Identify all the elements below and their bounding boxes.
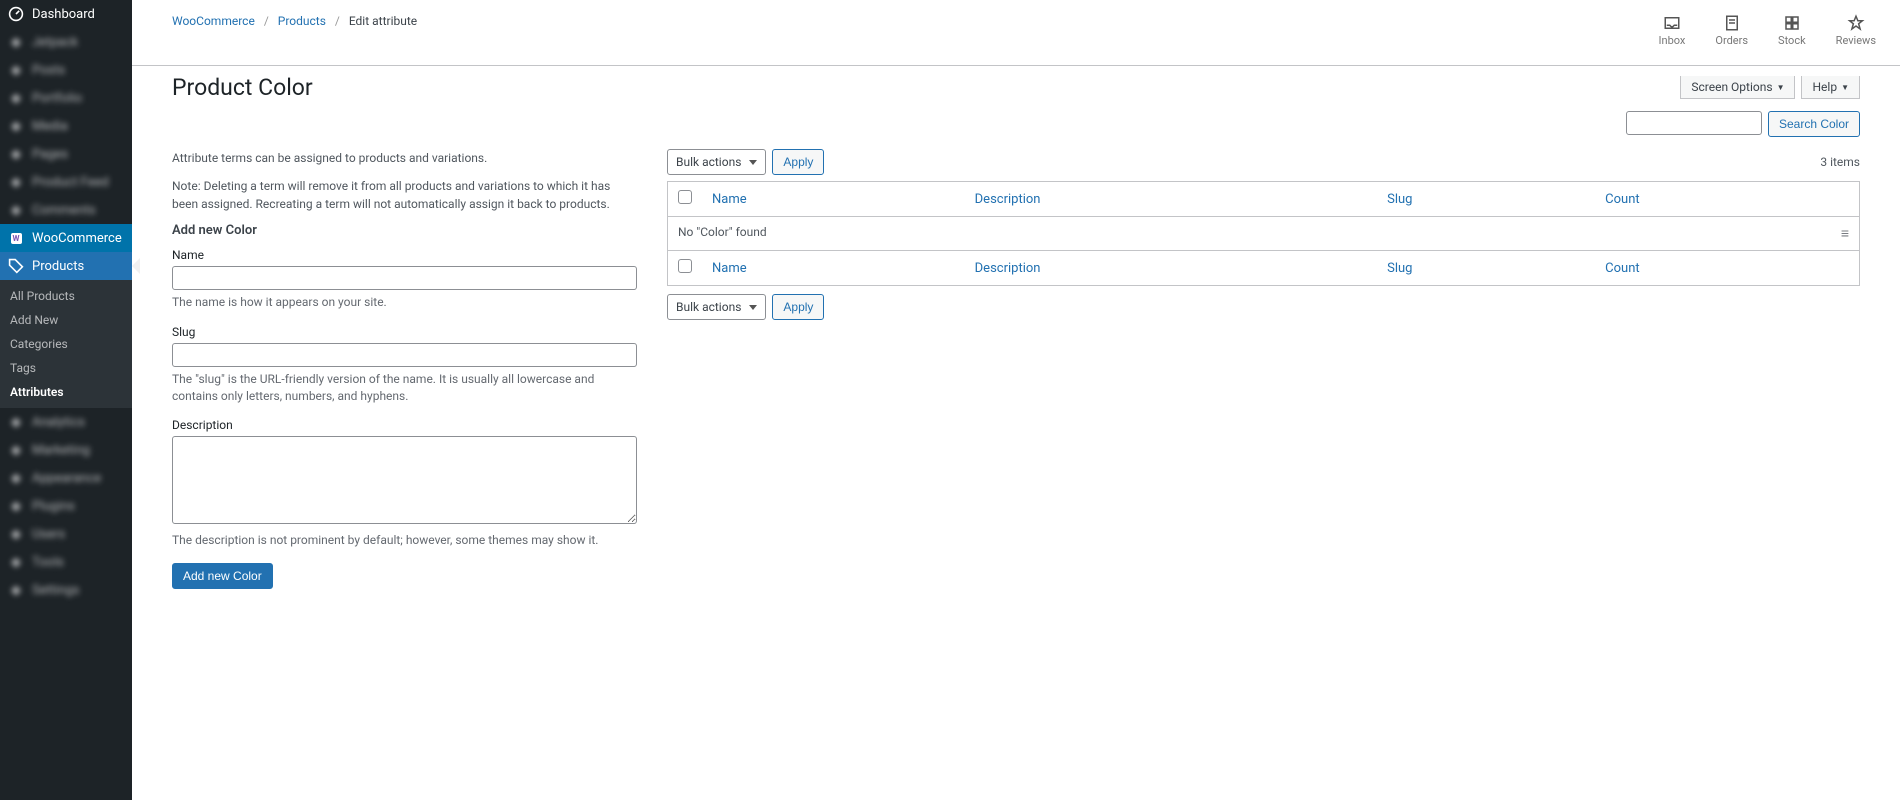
- name-description: The name is how it appears on your site.: [172, 294, 637, 311]
- configure-icon[interactable]: ≡: [1841, 225, 1849, 242]
- column-name-foot[interactable]: Name: [712, 261, 747, 276]
- column-count[interactable]: Count: [1605, 192, 1639, 207]
- sidebar-item-blurred[interactable]: ◆Plugins: [0, 492, 132, 520]
- search-input[interactable]: [1626, 111, 1762, 135]
- breadcrumb-current: Edit attribute: [349, 14, 417, 28]
- slug-label: Slug: [172, 325, 637, 339]
- sidebar-item-blurred[interactable]: ◆Tools: [0, 548, 132, 576]
- sidebar-label: Dashboard: [32, 7, 95, 22]
- sidebar-item-blurred[interactable]: ◆Media: [0, 112, 132, 140]
- select-all-checkbox-bottom[interactable]: [678, 259, 692, 273]
- column-description[interactable]: Description: [975, 192, 1041, 207]
- sidebar-item-blurred[interactable]: ◆Product Feed: [0, 168, 132, 196]
- tab-inbox[interactable]: Inbox: [1659, 14, 1686, 47]
- sidebar-item-blurred[interactable]: ◆Appearance: [0, 464, 132, 492]
- inbox-icon: [1663, 14, 1681, 32]
- name-input[interactable]: [172, 266, 637, 290]
- sidebar-submenu: All Products Add New Categories Tags Att…: [0, 280, 132, 408]
- breadcrumb-products[interactable]: Products: [278, 14, 326, 28]
- add-new-color-button[interactable]: Add new Color: [172, 563, 273, 589]
- sidebar-sub-add-new[interactable]: Add New: [0, 308, 132, 332]
- chevron-down-icon: ▼: [1841, 83, 1849, 92]
- tab-label: Reviews: [1836, 34, 1876, 47]
- search-button[interactable]: Search Color: [1768, 111, 1860, 137]
- sidebar-sub-categories[interactable]: Categories: [0, 332, 132, 356]
- sidebar-item-blurred[interactable]: ◆Pages: [0, 140, 132, 168]
- stock-icon: [1783, 14, 1801, 32]
- sidebar-item-blurred[interactable]: ◆Marketing: [0, 436, 132, 464]
- description-input[interactable]: [172, 436, 637, 524]
- tab-orders[interactable]: Orders: [1715, 14, 1748, 47]
- sidebar-item-products[interactable]: Products: [0, 252, 132, 280]
- sidebar-item-dashboard[interactable]: Dashboard: [0, 0, 132, 28]
- form-heading: Add new Color: [172, 223, 637, 238]
- items-count: 3 items: [1820, 155, 1860, 169]
- tab-label: Orders: [1715, 34, 1748, 47]
- terms-table: Name Description Slug Count No "Color" f…: [667, 181, 1860, 286]
- tab-stock[interactable]: Stock: [1778, 14, 1806, 47]
- dashboard-icon: [8, 6, 24, 22]
- active-arrow-icon: [132, 258, 140, 274]
- name-label: Name: [172, 248, 637, 262]
- sidebar-item-blurred[interactable]: ◆Settings: [0, 576, 132, 604]
- tab-label: Stock: [1778, 34, 1806, 47]
- main-content: WooCommerce / Products / Edit attribute …: [132, 0, 1900, 800]
- breadcrumb-woocommerce[interactable]: WooCommerce: [172, 14, 255, 28]
- column-name[interactable]: Name: [712, 192, 747, 207]
- slug-input[interactable]: [172, 343, 637, 367]
- sidebar-label: Products: [32, 259, 84, 274]
- no-items-text: No "Color" found: [678, 225, 767, 239]
- tab-reviews[interactable]: Reviews: [1836, 14, 1876, 47]
- sidebar-item-woocommerce[interactable]: W WooCommerce: [0, 224, 132, 252]
- intro-text-2: Note: Deleting a term will remove it fro…: [172, 177, 637, 213]
- breadcrumb: WooCommerce / Products / Edit attribute: [172, 14, 417, 28]
- description-label: Description: [172, 418, 637, 432]
- screen-options-button[interactable]: Screen Options▼: [1680, 76, 1795, 99]
- sidebar-item-blurred[interactable]: ◆Users: [0, 520, 132, 548]
- description-description: The description is not prominent by defa…: [172, 532, 637, 549]
- reviews-icon: [1847, 14, 1865, 32]
- column-slug-foot[interactable]: Slug: [1387, 261, 1412, 276]
- slug-description: The "slug" is the URL-friendly version o…: [172, 371, 637, 405]
- tab-label: Inbox: [1659, 34, 1686, 47]
- column-description-foot[interactable]: Description: [975, 261, 1041, 276]
- bulk-actions-select-bottom[interactable]: Bulk actions: [667, 294, 766, 320]
- intro-text-1: Attribute terms can be assigned to produ…: [172, 149, 637, 167]
- sidebar-sub-all-products[interactable]: All Products: [0, 284, 132, 308]
- sidebar-item-blurred[interactable]: ◆Comments: [0, 196, 132, 224]
- column-slug[interactable]: Slug: [1387, 192, 1412, 207]
- help-button[interactable]: Help▼: [1801, 76, 1860, 99]
- column-count-foot[interactable]: Count: [1605, 261, 1639, 276]
- apply-button-bottom[interactable]: Apply: [772, 294, 824, 320]
- page-title: Product Color: [172, 74, 313, 101]
- chevron-down-icon: ▼: [1777, 83, 1785, 92]
- apply-button-top[interactable]: Apply: [772, 149, 824, 175]
- products-icon: [8, 258, 24, 274]
- select-all-checkbox-top[interactable]: [678, 190, 692, 204]
- sidebar-item-blurred[interactable]: ◆Posts: [0, 56, 132, 84]
- sidebar-item-blurred[interactable]: ◆Jetpack: [0, 28, 132, 56]
- activity-tabs: Inbox Orders Stock Reviews: [1659, 14, 1876, 47]
- admin-sidebar: Dashboard ◆Jetpack◆Posts◆Portfolio◆Media…: [0, 0, 132, 800]
- woocommerce-icon: W: [8, 230, 24, 246]
- sidebar-item-blurred[interactable]: ◆Analytics: [0, 408, 132, 436]
- sidebar-sub-tags[interactable]: Tags: [0, 356, 132, 380]
- sidebar-label: WooCommerce: [32, 231, 122, 246]
- sidebar-item-blurred[interactable]: ◆Portfolio: [0, 84, 132, 112]
- bulk-actions-select-top[interactable]: Bulk actions: [667, 149, 766, 175]
- sidebar-sub-attributes[interactable]: Attributes: [0, 380, 132, 404]
- orders-icon: [1723, 14, 1741, 32]
